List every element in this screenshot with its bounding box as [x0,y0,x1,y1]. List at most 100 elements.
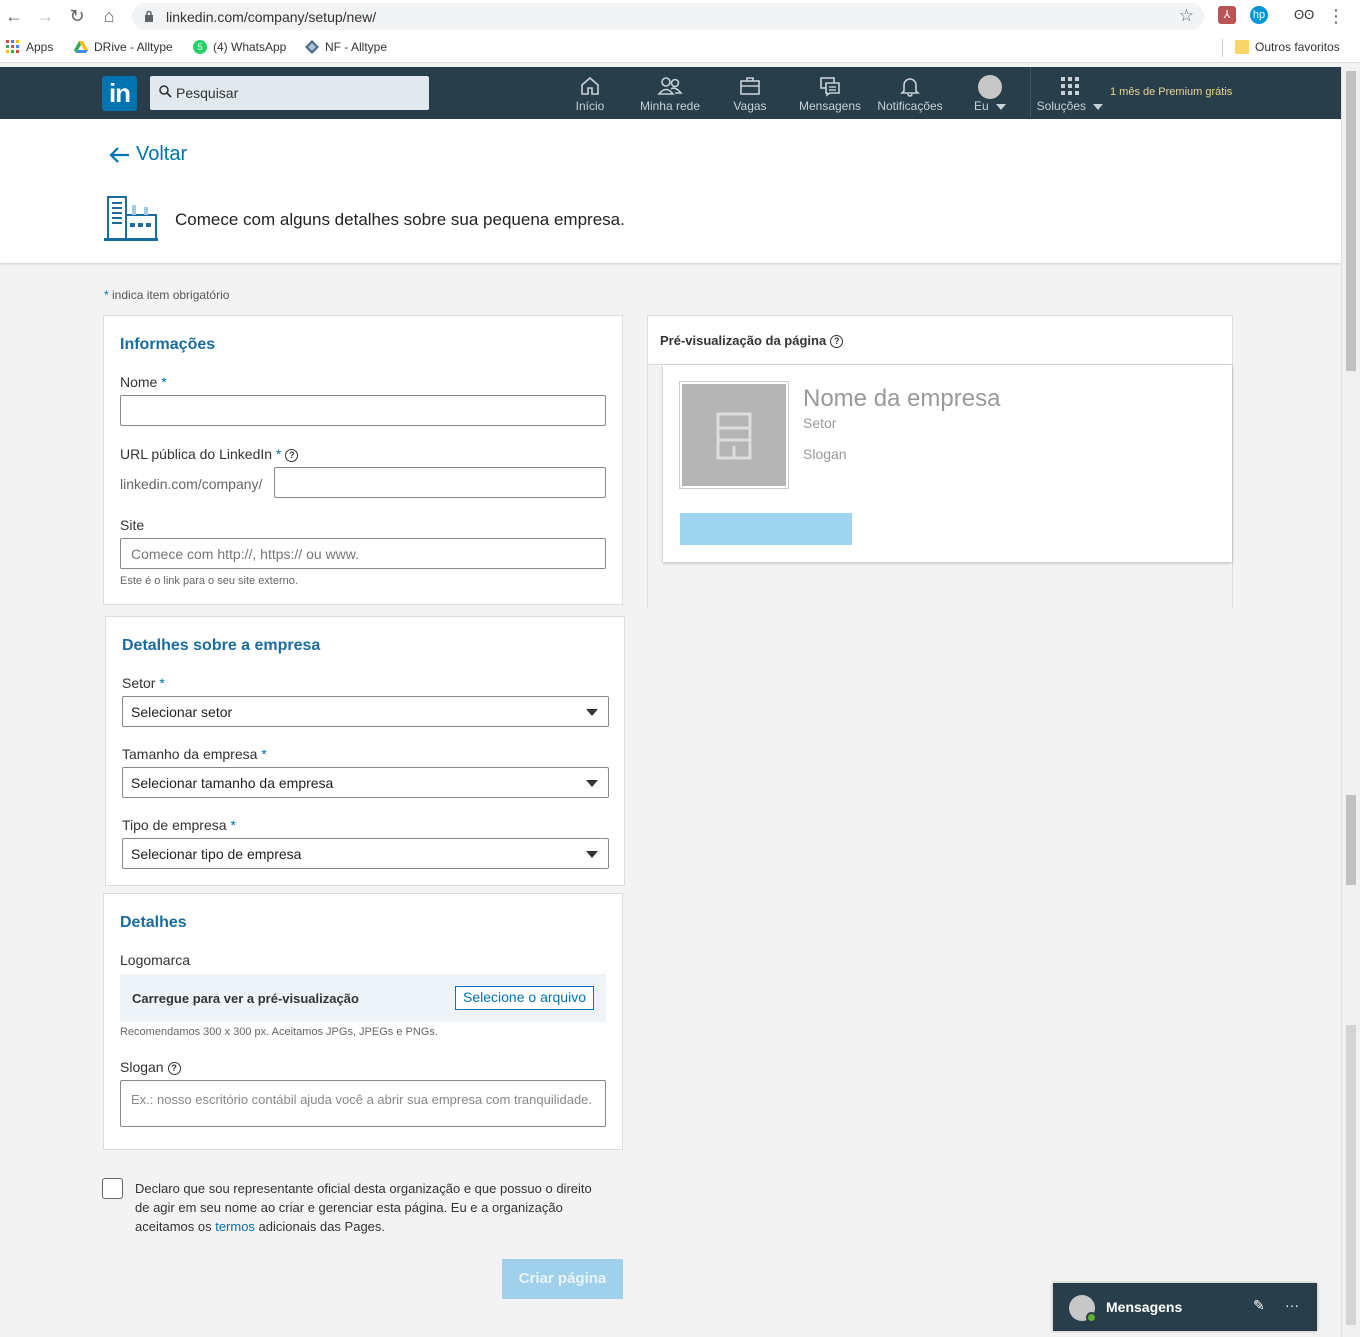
terms-link[interactable]: termos [215,1219,255,1234]
linkedin-header: in Pesquisar Início Minha rede Vagas Men… [0,67,1341,119]
back-arrow-icon[interactable]: ← [4,6,24,26]
help-icon[interactable]: ? [830,335,844,349]
browser-toolbar: ← → ↻ ⌂ linkedin.com/company/setup/new/ … [0,0,1360,33]
nav-label: Eu [973,99,989,113]
lock-icon [145,10,153,22]
pdf-extension-icon[interactable]: ⅄ [1218,6,1236,24]
upload-text: Carregue para ver a pré-visualização [132,991,359,1006]
diamond-icon [305,40,319,54]
required-note-text: indica item obrigatório [112,288,230,302]
nav-notifications[interactable]: Notificações [874,75,946,113]
premium-link[interactable]: 1 mês de Premium grátis [1110,86,1232,98]
details-card: Detalhes Logomarca Carregue para ver a p… [103,893,623,1150]
bookmark-label: (4) WhatsApp [213,40,287,54]
bookmark-drive[interactable]: DRive - Alltype [74,40,173,54]
sector-select[interactable]: Selecionar setor [122,696,609,727]
avatar-icon [978,75,1002,99]
dropdown-arrow-icon [586,851,598,858]
bookmark-label: Apps [26,40,54,54]
hp-extension-icon[interactable]: hp [1250,6,1268,24]
declaration-checkbox[interactable] [102,1178,123,1199]
logo-upload-area: Carregue para ver a pré-visualização Sel… [120,974,606,1022]
bookmark-whatsapp[interactable]: 5 (4) WhatsApp [193,40,286,54]
scroll-thumb[interactable] [1346,795,1356,885]
tripadvisor-extension-icon[interactable]: ʘʘ [1294,6,1314,24]
preview-header: Pré-visualização da página? [647,315,1233,365]
home-browser-icon[interactable]: ⌂ [99,6,119,26]
slogan-field[interactable]: Ex.: nosso escritório contábil ajuda voc… [120,1080,606,1127]
network-icon [657,77,683,95]
bookmark-nf[interactable]: NF - Alltype [305,40,387,54]
logo-label: Logomarca [120,952,191,968]
more-options-icon[interactable]: ··· [1285,1297,1299,1313]
nav-jobs[interactable]: Vagas [730,75,770,113]
help-icon[interactable]: ? [285,448,299,462]
forward-arrow-icon[interactable]: → [35,6,55,26]
size-select[interactable]: Selecionar tamanho da empresa [122,767,609,798]
site-placeholder: Comece com http://, https:// ou www. [131,546,359,562]
select-file-button[interactable]: Selecione o arquivo [455,986,594,1010]
url-prefix: linkedin.com/company/ [120,476,263,492]
preview-title-text: Pré-visualização da página [660,333,827,348]
url-label: URL pública do LinkedIn *? [120,446,299,462]
preview-follow-button [680,513,852,545]
url-field[interactable] [274,467,606,498]
nav-home[interactable]: Início [570,75,610,113]
home-icon [581,76,599,95]
nav-label: Soluções [1036,99,1087,113]
company-card-title: Detalhes sobre a empresa [122,637,321,654]
back-link[interactable]: Voltar [108,143,187,166]
type-select[interactable]: Selecionar tipo de empresa [122,838,609,869]
details-card-title: Detalhes [120,914,187,931]
address-bar[interactable]: linkedin.com/company/setup/new/ ☆ [132,3,1204,30]
linkedin-logo[interactable]: in [102,76,137,111]
bookmark-apps[interactable]: Apps [6,40,53,54]
help-icon[interactable]: ? [167,1061,181,1075]
slogan-label: Slogan? [120,1059,181,1075]
name-label-text: Nome [120,374,158,390]
nav-messaging[interactable]: Mensagens [797,75,863,113]
messaging-icon [820,77,840,97]
create-page-button[interactable]: Criar página [502,1259,623,1299]
building-icon [104,196,158,241]
browser-menu-icon[interactable]: ⋮ [1326,6,1346,26]
url-label-text: URL pública do LinkedIn [120,446,273,462]
site-label: Site [120,517,145,533]
reload-icon[interactable]: ↻ [67,6,87,26]
bookmark-star-icon[interactable]: ☆ [1179,6,1194,26]
type-label: Tipo de empresa * [122,817,236,833]
name-label: Nome * [120,374,167,390]
sector-label-text: Setor [122,675,156,691]
sector-value: Selecionar setor [131,704,233,720]
url-text: linkedin.com/company/setup/new/ [166,9,377,25]
bookmark-other[interactable]: Outros favoritos [1235,40,1340,54]
type-value: Selecionar tipo de empresa [131,846,302,862]
bell-icon [900,78,920,97]
company-logo-placeholder [680,382,788,488]
search-input[interactable]: Pesquisar [150,76,429,110]
info-card-title: Informações [120,336,216,353]
preview-title: Pré-visualização da página? [660,333,844,349]
nav-network[interactable]: Minha rede [636,75,704,113]
compose-icon[interactable]: ✎ [1253,1297,1265,1314]
upload-hint: Recomendamos 300 x 300 px. Aceitamos JPG… [120,1026,438,1038]
dropdown-arrow-icon [586,709,598,716]
nav-me[interactable]: Eu [970,75,1010,113]
scroll-thumb[interactable] [1346,1025,1356,1325]
size-value: Selecionar tamanho da empresa [131,775,334,791]
messaging-bar[interactable]: Mensagens ✎ ··· [1053,1283,1317,1331]
preview-company-name: Nome da empresa [803,385,1001,412]
nav-solutions[interactable]: Soluções [1035,75,1105,113]
nav-label: Minha rede [639,99,701,113]
site-field[interactable]: Comece com http://, https:// ou www. [120,538,606,569]
info-card: Informações Nome * URL pública do Linked… [103,315,623,605]
page-scrollbar[interactable] [1341,67,1360,1337]
name-field[interactable] [120,395,606,426]
chevron-down-icon [1093,103,1104,110]
scroll-thumb[interactable] [1346,71,1356,371]
bookmark-label: Outros favoritos [1255,40,1340,54]
declaration-text: Declaro que sou representante oficial de… [135,1179,595,1236]
nav-label: Notificações [877,99,943,113]
dropdown-arrow-icon [586,780,598,787]
chevron-down-icon [996,103,1007,110]
